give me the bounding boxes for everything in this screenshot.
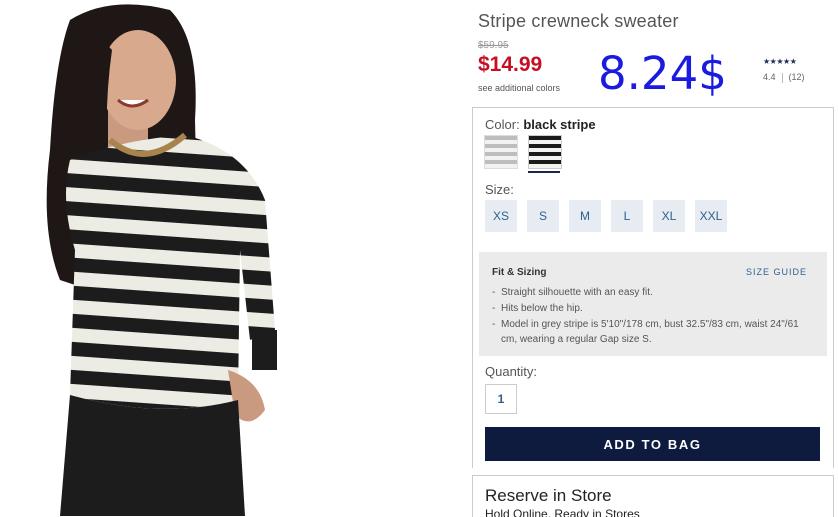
fit-and-sizing-box: Fit & Sizing SIZE GUIDE Straight silhoue… <box>479 252 827 356</box>
sale-price: $14.99 <box>478 53 543 76</box>
fit-sizing-title: Fit & Sizing <box>492 267 547 278</box>
size-xxl-button[interactable]: XXL <box>695 200 727 232</box>
size-s-button[interactable]: S <box>527 200 559 232</box>
add-to-bag-button[interactable]: ADD TO BAG <box>485 427 820 461</box>
fit-detail-item: Hits below the hip. <box>492 301 812 316</box>
size-l-button[interactable]: L <box>611 200 643 232</box>
selected-swatch-indicator <box>528 171 560 173</box>
fit-detail-item: Straight silhouette with an easy fit. <box>492 285 812 300</box>
rating-text: 4.4 (12) <box>763 72 823 83</box>
product-options-panel: Color: black stripe Size: XS S M L XL XX… <box>472 107 834 468</box>
reserve-in-store-title: Reserve in Store <box>485 486 612 505</box>
see-additional-colors-link[interactable]: see additional colors <box>478 83 560 93</box>
rating-divider <box>781 72 783 83</box>
product-title: Stripe crewneck sweater <box>478 11 679 31</box>
rating-score: 4.4 <box>763 72 776 82</box>
size-m-button[interactable]: M <box>569 200 601 232</box>
reserve-in-store-box: Reserve in Store Hold Online. Ready in S… <box>472 475 834 517</box>
color-selector-label: Color: black stripe <box>485 117 596 132</box>
size-label: Size: <box>485 182 514 197</box>
size-guide-link[interactable]: SIZE GUIDE <box>746 267 807 277</box>
review-count[interactable]: (12) <box>789 72 805 82</box>
product-photo <box>0 0 300 516</box>
original-price: $59.95 <box>478 40 509 51</box>
selected-color-name: black stripe <box>523 117 596 132</box>
star-rating-icon: ★★★★★ <box>763 57 797 66</box>
rating-summary[interactable]: ★★★★★ 4.4 (12) <box>763 57 823 83</box>
quantity-input[interactable]: 1 <box>485 384 517 414</box>
fit-detail-item: Model in grey stripe is 5'10"/178 cm, bu… <box>492 317 812 347</box>
size-xl-button[interactable]: XL <box>653 200 685 232</box>
swatch-black-stripe[interactable] <box>528 135 562 169</box>
fit-details-list: Straight silhouette with an easy fit. Hi… <box>492 285 812 348</box>
model-illustration <box>46 4 277 516</box>
size-xs-button[interactable]: XS <box>485 200 517 232</box>
color-label: Color: <box>485 117 520 132</box>
quantity-label: Quantity: <box>485 364 538 379</box>
overlay-price-annotation: 8.24$ <box>598 47 727 100</box>
swatch-grey-stripe[interactable] <box>484 135 518 169</box>
